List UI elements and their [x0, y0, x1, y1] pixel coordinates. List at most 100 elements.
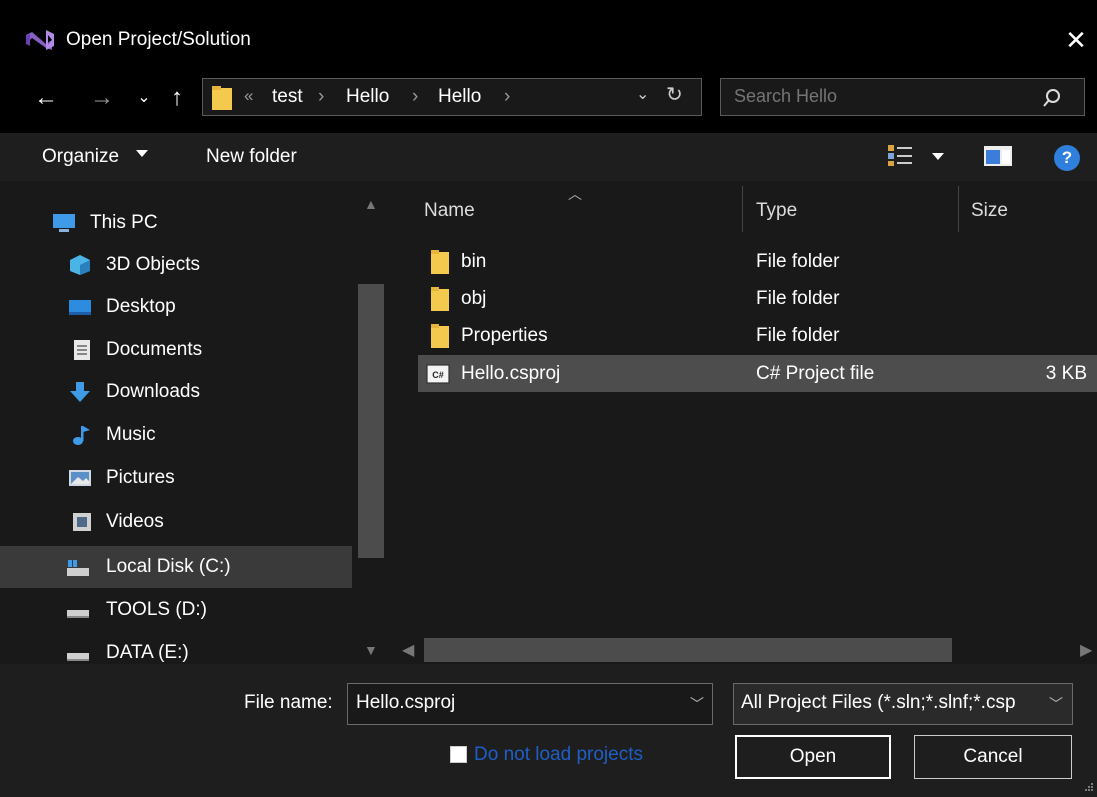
sort-ascending-icon: ︿ [568, 186, 582, 202]
tree-item-desktop[interactable]: Desktop [0, 286, 352, 328]
folder-icon [431, 250, 449, 274]
file-size: 3 KB [1045, 363, 1087, 384]
back-button[interactable]: ← [28, 80, 64, 116]
this-pc-icon [53, 214, 75, 232]
scrollbar-thumb[interactable] [358, 284, 384, 558]
videos-icon [73, 513, 91, 531]
tree-item-label: TOOLS (D:) [106, 599, 207, 620]
visual-studio-logo-icon [26, 30, 54, 50]
column-header-size[interactable]: Size [971, 200, 1008, 222]
tree-item-label: Downloads [106, 381, 200, 402]
file-type: File folder [756, 251, 840, 272]
change-view-icon[interactable] [886, 142, 914, 168]
breadcrumb-hello-1[interactable]: Hello [346, 86, 389, 108]
breadcrumb-separator[interactable]: › [504, 86, 510, 108]
address-dropdown-button[interactable]: ⌄ [636, 84, 649, 104]
help-icon[interactable]: ? [1054, 145, 1080, 171]
music-icon [73, 426, 90, 445]
preview-pane-icon[interactable] [984, 146, 1012, 166]
navigation-pane: This PC 3D Objects Desktop Documents Dow… [0, 181, 387, 664]
csproj-icon: C# [426, 364, 450, 384]
downloads-icon [70, 382, 90, 402]
file-type: C# Project file [756, 363, 875, 384]
resize-grip-icon[interactable] [1084, 782, 1094, 792]
tree-item-3d-objects[interactable]: 3D Objects [0, 244, 352, 286]
file-name-label: File name: [244, 692, 333, 713]
search-icon[interactable] [1040, 86, 1064, 110]
drive-icon [67, 610, 89, 618]
tree-item-downloads[interactable]: Downloads [0, 371, 352, 413]
up-button[interactable]: ↑ [162, 80, 192, 116]
column-header-name[interactable]: Name [424, 200, 475, 222]
tree-item-videos[interactable]: Videos [0, 501, 352, 543]
column-header-type[interactable]: Type [756, 200, 797, 222]
3d-objects-icon [70, 255, 90, 275]
tree-item-label: Local Disk (C:) [106, 556, 231, 577]
breadcrumb-hello-2[interactable]: Hello [438, 86, 481, 108]
breadcrumb-separator[interactable]: › [318, 86, 324, 108]
file-row-bin[interactable]: bin File folder [418, 243, 1097, 280]
folder-icon [431, 324, 449, 348]
local-disk-icon [67, 560, 89, 576]
file-name: Properties [461, 325, 548, 346]
file-name: Hello.csproj [461, 363, 561, 384]
file-row-obj[interactable]: obj File folder [418, 280, 1097, 317]
file-name: obj [461, 288, 487, 309]
file-type-filter-value: All Project Files (*.sln;*.slnf;*.csp [741, 692, 1016, 713]
breadcrumb-test[interactable]: test [272, 86, 303, 108]
file-name-input[interactable] [356, 692, 666, 714]
tree-item-pictures[interactable]: Pictures [0, 457, 352, 499]
breadcrumb-overflow[interactable]: « [244, 86, 253, 106]
tree-item-local-disk-c[interactable]: Local Disk (C:) [0, 546, 352, 588]
search-input[interactable] [734, 86, 1024, 107]
tree-item-documents[interactable]: Documents [0, 329, 352, 371]
tree-item-label: Pictures [106, 467, 175, 488]
tree-item-label: Videos [106, 511, 164, 532]
do-not-load-projects-checkbox[interactable] [450, 746, 467, 763]
open-button[interactable]: Open [735, 735, 891, 779]
tree-item-label: 3D Objects [106, 254, 200, 275]
column-divider[interactable] [742, 186, 743, 232]
organize-button[interactable]: Organize [42, 146, 119, 168]
tree-item-data-e[interactable]: DATA (E:) [0, 632, 352, 664]
file-type: File folder [756, 325, 840, 346]
tree-item-label: Desktop [106, 296, 176, 317]
scroll-down-arrow-icon[interactable]: ▼ [364, 642, 378, 658]
cancel-button[interactable]: Cancel [914, 735, 1072, 779]
tree-item-tools-d[interactable]: TOOLS (D:) [0, 589, 352, 631]
scroll-up-arrow-icon[interactable]: ▲ [364, 196, 378, 212]
folder-icon [212, 86, 232, 110]
breadcrumb-separator[interactable]: › [412, 86, 418, 108]
file-name: bin [461, 251, 487, 272]
chevron-down-icon [136, 150, 148, 157]
tree-item-label: This PC [90, 212, 158, 233]
scroll-right-arrow-icon[interactable]: ▶ [1080, 640, 1092, 660]
window-title: Open Project/Solution [66, 29, 251, 50]
documents-icon [74, 340, 90, 360]
pictures-icon [69, 470, 91, 486]
scrollbar-thumb[interactable] [424, 638, 952, 662]
tree-item-label: DATA (E:) [106, 642, 189, 663]
scroll-left-arrow-icon[interactable]: ◀ [402, 640, 414, 660]
desktop-icon [69, 300, 91, 315]
folder-icon [431, 287, 449, 311]
tree-item-this-pc[interactable]: This PC [0, 202, 352, 244]
new-folder-button[interactable]: New folder [206, 146, 297, 168]
tree-item-music[interactable]: Music [0, 414, 352, 456]
close-button[interactable]: ✕ [1058, 22, 1094, 58]
chevron-down-icon[interactable]: ﹀ [1049, 694, 1063, 714]
forward-button[interactable]: → [84, 80, 120, 116]
file-type: File folder [756, 288, 840, 309]
drive-icon [67, 653, 89, 661]
tree-item-label: Music [106, 424, 156, 445]
recent-locations-button[interactable]: ⌄ [132, 80, 156, 116]
tree-item-label: Documents [106, 339, 203, 360]
chevron-down-icon[interactable]: ﹀ [690, 694, 704, 714]
svg-text:C#: C# [432, 370, 444, 380]
do-not-load-projects-label[interactable]: Do not load projects [474, 744, 643, 766]
refresh-button[interactable]: ↻ [666, 82, 683, 107]
chevron-down-icon[interactable] [932, 153, 944, 160]
file-row-properties[interactable]: Properties File folder [418, 317, 1097, 354]
column-divider[interactable] [958, 186, 959, 232]
file-row-hello-csproj[interactable]: C# Hello.csproj C# Project file 3 KB [418, 355, 1097, 392]
